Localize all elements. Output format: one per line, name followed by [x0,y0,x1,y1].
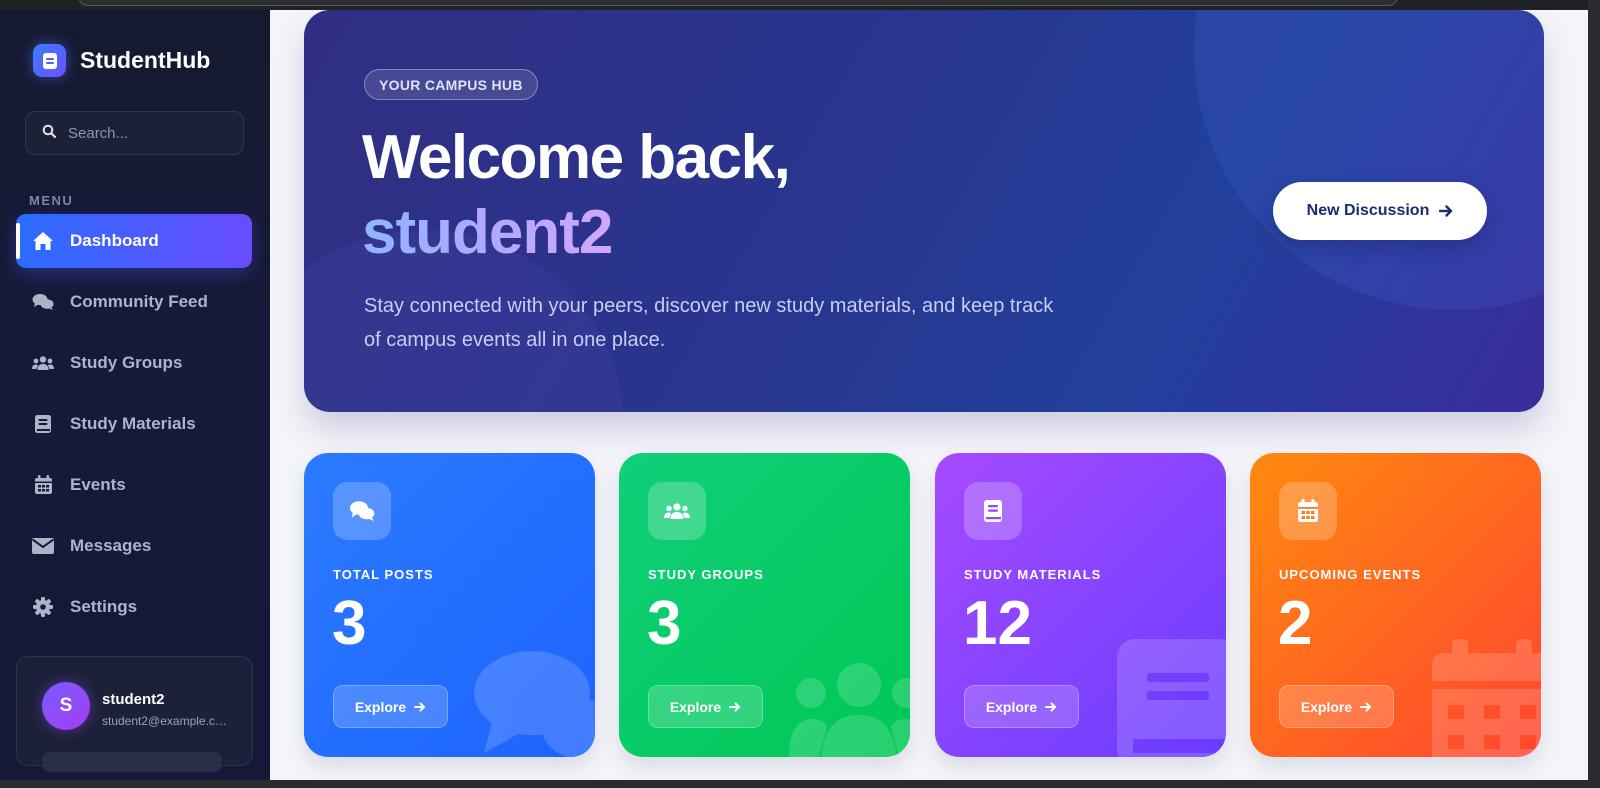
window-frame [1588,0,1600,788]
sidebar-item-label: Study Groups [70,353,183,372]
arrow-right-icon [1360,702,1372,712]
window-frame [0,780,1600,788]
arrow-right-icon [414,702,426,712]
sidebar-item-study-materials[interactable]: Study Materials [16,397,252,451]
sidebar-item-label: Messages [70,536,152,555]
sidebar-item-label: Community Feed [70,292,208,311]
explore-button[interactable]: Explore [333,685,448,728]
logo-icon [33,44,66,77]
users-icon [32,352,54,374]
sidebar-item-events[interactable]: Events [16,458,252,512]
arrow-right-icon [729,702,741,712]
sidebar-nav: Dashboard Community Feed Study Groups St… [16,214,252,641]
stat-value: 12 [963,589,1032,658]
calendar-icon [1279,482,1337,540]
gear-icon [32,596,54,618]
comments-icon [333,482,391,540]
sidebar-item-settings[interactable]: Settings [16,580,252,634]
stat-label: STUDY MATERIALS [964,567,1102,582]
arrow-right-icon [1045,702,1057,712]
stat-label: TOTAL POSTS [333,567,434,582]
stat-label: UPCOMING EVENTS [1279,567,1422,582]
arrow-right-icon [1439,205,1453,217]
avatar: S [42,682,90,730]
search-box[interactable] [25,111,244,155]
book-decoration-icon [1117,639,1226,757]
user-action-button[interactable] [42,752,222,772]
explore-label: Explore [1300,698,1353,715]
sidebar-item-label: Dashboard [70,231,159,250]
explore-button[interactable]: Explore [964,685,1079,728]
calendar-decoration-icon [1432,639,1541,757]
welcome-banner: YOUR CAMPUS HUB Welcome back, student2 S… [304,10,1544,412]
users-icon [648,482,706,540]
brand-name: StudentHub [80,47,211,73]
stat-card-upcoming-events[interactable]: UPCOMING EVENTS 2 Explore [1250,453,1541,757]
new-discussion-button[interactable]: New Discussion [1273,182,1487,240]
explore-button[interactable]: Explore [648,685,763,728]
browser-address-bar[interactable] [78,0,1398,6]
home-icon [32,230,54,252]
envelope-icon [32,535,54,557]
calendar-icon [32,474,54,496]
main-content: YOUR CAMPUS HUB Welcome back, student2 S… [270,10,1588,780]
sidebar-item-messages[interactable]: Messages [16,519,252,573]
stat-value: 3 [332,589,367,658]
sidebar-item-label: Settings [70,597,138,616]
campus-hub-badge: YOUR CAMPUS HUB [364,69,538,100]
user-profile-card[interactable]: S student2 student2@example.com [16,656,253,772]
welcome-description: Stay connected with your peers, discover… [364,295,1054,351]
users-decoration-icon [789,663,910,757]
explore-label: Explore [985,698,1038,715]
sidebar-item-label: Study Materials [70,414,196,433]
stat-label: STUDY GROUPS [648,567,764,582]
user-email: student2@example.com [102,714,227,728]
welcome-username: student2 [362,196,613,270]
search-icon [42,124,57,143]
user-name: student2 [102,691,165,708]
explore-label: Explore [669,698,722,715]
comments-decoration-icon [474,651,595,757]
sidebar-item-dashboard[interactable]: Dashboard [16,214,252,268]
stat-value: 3 [647,589,682,658]
brand[interactable]: StudentHub [33,44,210,77]
sidebar: StudentHub MENU Dashboard [0,10,270,780]
menu-label: MENU [29,193,74,208]
stat-card-total-posts[interactable]: TOTAL POSTS 3 Explore [304,453,595,757]
welcome-title: Welcome back, [362,123,791,192]
sidebar-item-community-feed[interactable]: Community Feed [16,275,252,329]
browser-chrome [0,0,1600,10]
explore-button[interactable]: Explore [1279,685,1394,728]
book-icon [32,413,54,435]
stat-value: 2 [1278,589,1313,658]
stat-card-study-materials[interactable]: STUDY MATERIALS 12 Explore [935,453,1226,757]
explore-label: Explore [354,698,407,715]
comments-icon [32,291,54,313]
sidebar-item-study-groups[interactable]: Study Groups [16,336,252,390]
search-input[interactable] [68,124,228,142]
new-discussion-label: New Discussion [1306,202,1430,219]
stat-card-study-groups[interactable]: STUDY GROUPS 3 Explore [619,453,910,757]
book-icon [964,482,1022,540]
sidebar-item-label: Events [70,475,126,494]
